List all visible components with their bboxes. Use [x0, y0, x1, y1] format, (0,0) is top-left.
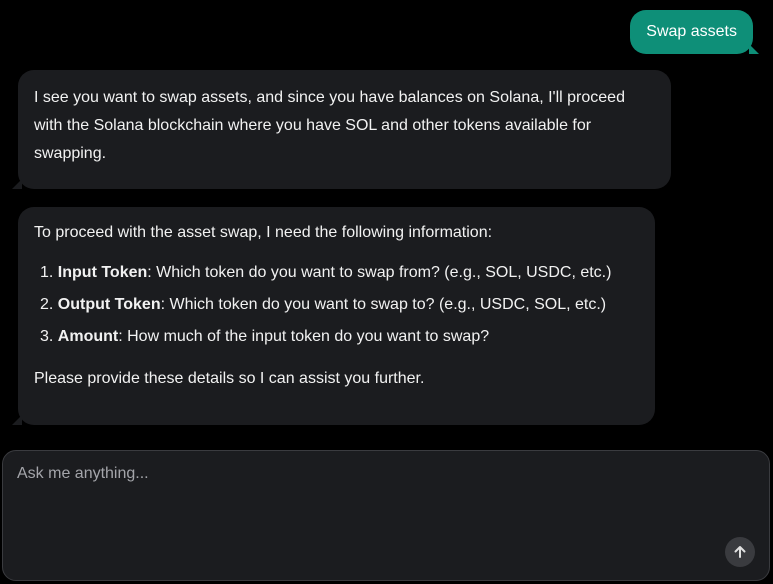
- list-item-text: : Which token do you want to swap to? (e…: [160, 296, 607, 313]
- list-item-text: : How much of the input token do you wan…: [118, 328, 490, 345]
- chat-input[interactable]: [17, 465, 717, 555]
- bubble-tail: [12, 415, 22, 425]
- assistant-message-outro: Please provide these details so I can as…: [34, 370, 425, 387]
- chat-window: Swap assets I see you want to swap asset…: [0, 0, 773, 584]
- assistant-message-intro: To proceed with the asset swap, I need t…: [34, 224, 493, 241]
- send-button[interactable]: [725, 537, 755, 567]
- list-item: 3. Amount: How much of the input token d…: [40, 328, 490, 345]
- user-message-text: Swap assets: [646, 23, 737, 40]
- arrow-up-icon: [734, 546, 746, 558]
- list-item: 1. Input Token: Which token do you want …: [40, 264, 612, 281]
- assistant-message: I see you want to swap assets, and since…: [12, 70, 671, 189]
- assistant-message-text: I see you want to swap assets, and since…: [34, 89, 625, 162]
- list-item: 2. Output Token: Which token do you want…: [40, 296, 607, 313]
- bubble-tail: [749, 44, 759, 54]
- message-composer: [2, 450, 770, 581]
- list-item-label: Input Token: [57, 264, 148, 281]
- list-item-label: Output Token: [57, 296, 161, 313]
- list-item-label: Amount: [57, 328, 119, 345]
- info-list: 1. Input Token: Which token do you want …: [40, 257, 639, 353]
- assistant-message: To proceed with the asset swap, I need t…: [12, 207, 655, 425]
- list-item-text: : Which token do you want to swap from? …: [147, 264, 612, 281]
- bubble-tail: [12, 179, 22, 189]
- user-message: Swap assets: [630, 10, 759, 54]
